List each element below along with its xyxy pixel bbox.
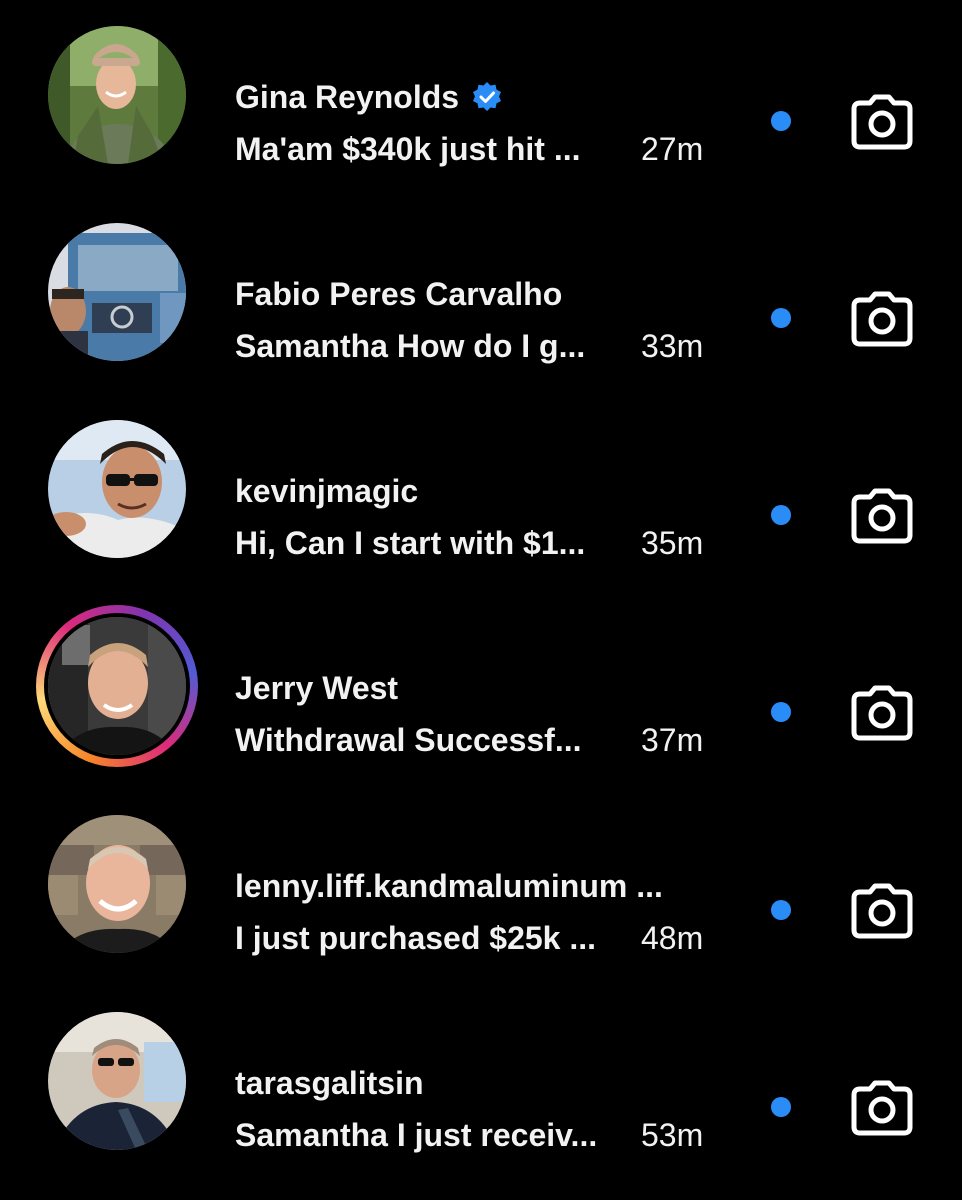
contact-name-text: tarasgalitsin: [235, 1064, 424, 1101]
contact-name: Fabio Peres Carvalho: [235, 269, 562, 319]
message-preview-line: Samantha How do I g... 33m: [235, 321, 703, 371]
message-preview-line: Withdrawal Successf... 37m: [235, 715, 703, 765]
unread-dot: [771, 505, 791, 525]
message-preview: Ma'am $340k just hit ...: [235, 130, 581, 167]
contact-name: lenny.liff.kandmaluminum ...: [235, 861, 663, 911]
camera-icon[interactable]: [850, 684, 914, 742]
contact-name: Gina Reynolds: [235, 72, 503, 122]
unread-dot: [771, 111, 791, 131]
message-timestamp: 35m: [641, 524, 704, 561]
contact-name: kevinjmagic: [235, 466, 418, 516]
conversation-row[interactable]: kevinjmagic Hi, Can I start with $1... 3…: [0, 394, 962, 584]
unread-dot: [771, 308, 791, 328]
camera-icon[interactable]: [850, 882, 914, 940]
message-timestamp: 33m: [641, 327, 704, 364]
verified-badge-icon: [471, 81, 503, 113]
avatar[interactable]: [48, 26, 186, 164]
message-timestamp: 48m: [641, 919, 704, 956]
unread-dot: [771, 900, 791, 920]
message-preview-line: Ma'am $340k just hit ... 27m: [235, 124, 703, 174]
message-preview: Samantha How do I g...: [235, 327, 586, 364]
unread-dot: [771, 1097, 791, 1117]
message-timestamp: 53m: [641, 1116, 704, 1153]
avatar[interactable]: [48, 223, 186, 361]
contact-name-text: Gina Reynolds: [235, 78, 460, 115]
conversation-row[interactable]: Gina Reynolds Ma'am $340k just hit ... 2…: [0, 0, 962, 190]
camera-icon[interactable]: [850, 93, 914, 151]
contact-name-text: lenny.liff.kandmaluminum ...: [235, 867, 663, 904]
avatar: [44, 613, 190, 759]
contact-name: tarasgalitsin: [235, 1058, 424, 1108]
message-preview: Samantha I just receiv...: [235, 1116, 598, 1153]
message-timestamp: 27m: [641, 130, 704, 167]
unread-dot: [771, 702, 791, 722]
message-preview-line: Hi, Can I start with $1... 35m: [235, 518, 703, 568]
avatar-story-ring[interactable]: [36, 605, 198, 767]
avatar[interactable]: [48, 815, 186, 953]
message-preview-line: Samantha I just receiv... 53m: [235, 1110, 703, 1160]
message-preview-line: I just purchased $25k ... 48m: [235, 913, 703, 963]
conversation-row[interactable]: Fabio Peres Carvalho Samantha How do I g…: [0, 197, 962, 387]
camera-icon[interactable]: [850, 290, 914, 348]
conversation-row[interactable]: Jerry West Withdrawal Successf... 37m: [0, 591, 962, 781]
camera-icon[interactable]: [850, 487, 914, 545]
conversation-row[interactable]: tarasgalitsin Samantha I just receiv... …: [0, 986, 962, 1176]
conversation-row[interactable]: lenny.liff.kandmaluminum ... I just purc…: [0, 789, 962, 979]
contact-name-text: Jerry West: [235, 669, 399, 706]
message-list: Gina Reynolds Ma'am $340k just hit ... 2…: [0, 0, 962, 1200]
contact-name-text: Fabio Peres Carvalho: [235, 275, 563, 312]
message-preview: I just purchased $25k ...: [235, 919, 597, 956]
contact-name: Jerry West: [235, 663, 398, 713]
avatar[interactable]: [48, 1012, 186, 1150]
message-preview: Withdrawal Successf...: [235, 721, 582, 758]
message-preview: Hi, Can I start with $1...: [235, 524, 586, 561]
camera-icon[interactable]: [850, 1079, 914, 1137]
message-timestamp: 37m: [641, 721, 704, 758]
avatar[interactable]: [48, 420, 186, 558]
contact-name-text: kevinjmagic: [235, 472, 419, 509]
